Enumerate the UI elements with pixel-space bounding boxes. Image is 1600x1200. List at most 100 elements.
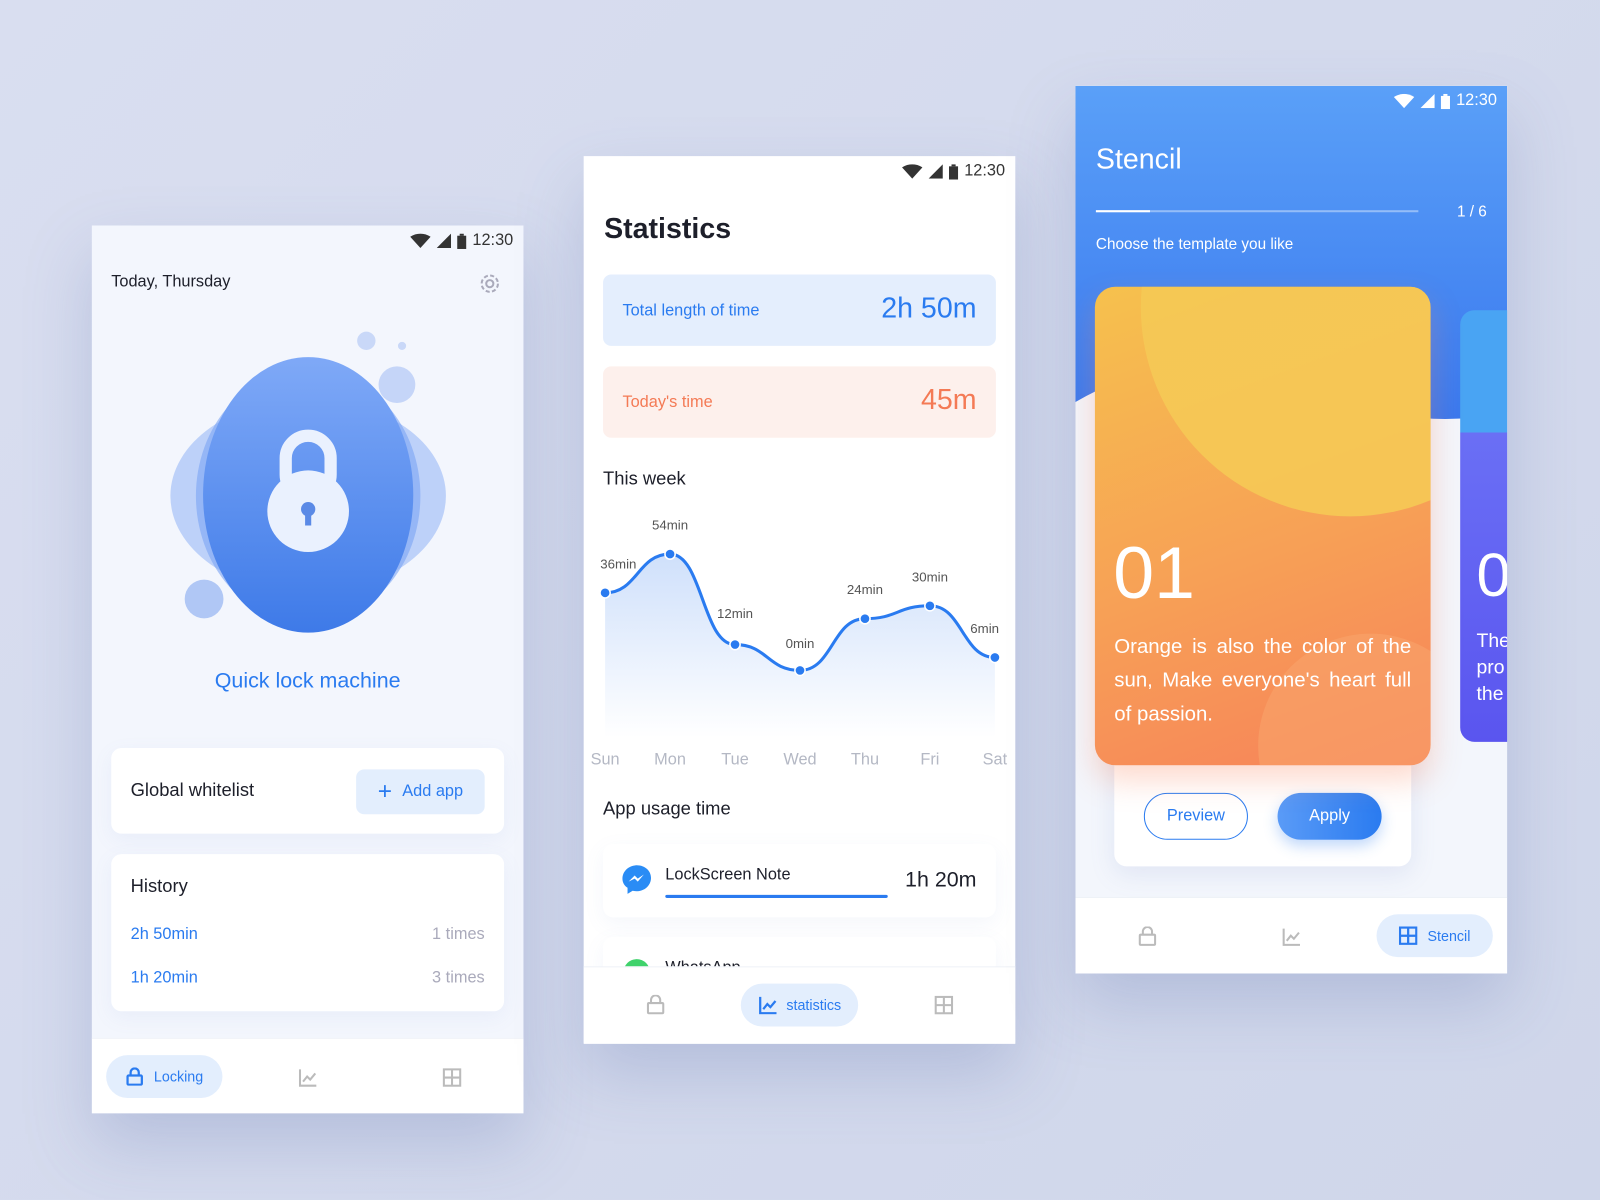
data-point [794, 664, 806, 677]
lock-icon[interactable] [646, 994, 666, 1015]
next-card-number: 0 [1477, 540, 1508, 610]
data-label: 36min [600, 556, 636, 571]
history-count: 1 times [432, 925, 485, 943]
signal-icon [928, 164, 943, 179]
data-label: 0min [786, 636, 815, 651]
today-time-card: Today's time 45m [603, 366, 996, 438]
usage-bar-fill [665, 894, 888, 898]
nav-tab-stencil[interactable]: Stencil [1376, 914, 1493, 958]
plus-icon: + [377, 777, 393, 806]
page-title: Statistics [604, 212, 732, 244]
status-time: 12:30 [964, 162, 1006, 180]
x-tick-label: Sat [983, 750, 1008, 768]
total-time-card: Total length of time 2h 50m [603, 274, 996, 346]
add-app-label: Add app [402, 782, 464, 800]
preview-button[interactable]: Preview [1143, 792, 1248, 840]
chart-icon[interactable] [298, 1067, 318, 1087]
chart-icon [758, 996, 777, 1015]
signal-icon [1420, 93, 1435, 109]
lock-icon[interactable] [1138, 926, 1158, 947]
add-app-button[interactable]: + Add app [356, 769, 485, 815]
x-tick-label: Wed [783, 750, 816, 768]
data-label: 54min [652, 518, 688, 533]
messenger-icon [622, 865, 652, 894]
x-tick-label: Fri [920, 750, 939, 768]
next-template-card[interactable]: 0 The pro the [1460, 310, 1508, 742]
history-card: History 2h 50min 1 times 1h 20min 3 time… [111, 854, 505, 1012]
nav-tab-locking[interactable]: Locking [106, 1055, 223, 1098]
nav-label: Locking [153, 1068, 204, 1085]
x-tick-label: Thu [851, 750, 879, 768]
data-point [924, 599, 936, 612]
data-label: 12min [717, 606, 753, 621]
battery-icon [948, 163, 959, 180]
page-title: Stencil [1095, 142, 1182, 175]
lock-illustration[interactable] [165, 328, 451, 644]
next-card-text: The pro the [1476, 630, 1508, 706]
template-progress [1095, 210, 1419, 213]
gear-icon[interactable] [478, 271, 502, 295]
history-duration: 1h 20min [130, 969, 198, 987]
bottom-nav: statistics [583, 966, 1016, 1043]
total-time-label: Total length of time [622, 302, 760, 320]
bottom-nav: Stencil [1075, 896, 1508, 974]
template-card[interactable]: 01 Orange is also the color of the sun, … [1094, 286, 1431, 766]
data-label: 30min [912, 569, 948, 584]
status-bar: 12:30 [901, 162, 1006, 180]
data-label: 6min [970, 621, 999, 636]
page-counter: 1 / 6 [1456, 203, 1487, 221]
data-point [859, 612, 871, 625]
nav-label: statistics [786, 996, 842, 1014]
data-point [989, 651, 1001, 664]
wifi-icon [1393, 93, 1415, 109]
data-point [729, 638, 741, 651]
chart-icon[interactable] [1282, 927, 1302, 947]
wifi-icon [410, 233, 431, 248]
weekly-line-chart: 36min Sun 54min Mon 12min Tue 0min Wed 24min Thu 3… [591, 518, 1008, 769]
usage-title: App usage time [603, 797, 731, 819]
history-count: 3 times [432, 969, 485, 987]
status-time: 12:30 [472, 231, 514, 249]
whitelist-card: Global whitelist + Add app [111, 747, 505, 834]
date-label: Today, Thursday [111, 273, 231, 291]
grid-icon[interactable] [934, 995, 954, 1015]
x-tick-label: Mon [654, 750, 686, 768]
grid-icon [1398, 926, 1418, 945]
data-point [664, 548, 676, 560]
quick-lock-title[interactable]: Quick lock machine [92, 669, 524, 693]
status-bar: 12:30 [1393, 91, 1497, 110]
apply-button[interactable]: Apply [1277, 792, 1382, 840]
usage-bar [665, 894, 888, 898]
card-number: 01 [1113, 532, 1195, 615]
status-time: 12:30 [1456, 91, 1497, 110]
x-tick-label: Tue [721, 750, 749, 768]
total-time-value: 2h 50m [881, 291, 977, 324]
battery-icon [457, 233, 467, 249]
grid-icon[interactable] [442, 1067, 462, 1087]
history-duration: 2h 50min [130, 925, 198, 943]
week-title: This week [603, 468, 686, 489]
lock-blob-graphic [170, 331, 446, 633]
status-bar: 12:30 [410, 232, 513, 250]
card-text: Orange is also the color of the sun, Mak… [1114, 635, 1412, 726]
stencil-screen: 12:30 Stencil 1 / 6 Choose the template … [1075, 85, 1508, 974]
nav-tab-statistics[interactable]: statistics [740, 983, 859, 1027]
x-tick-label: Sun [591, 750, 620, 768]
data-label: 24min [847, 582, 883, 597]
wifi-icon [901, 164, 923, 179]
bottom-nav: Locking [91, 1037, 524, 1114]
statistics-screen: 12:30 Statistics Total length of time 2h… [583, 156, 1016, 1044]
subtitle: Choose the template you like [1095, 235, 1294, 254]
app-usage-row[interactable]: LockScreen Note 1h 20m [603, 843, 996, 918]
app-name: LockScreen Note [665, 866, 791, 884]
history-title: History [130, 875, 188, 896]
locking-screen: 12:30 Today, Thursday Quick lock machine… [91, 225, 524, 1114]
app-time: 1h 20m [905, 868, 977, 892]
today-time-value: 45m [920, 383, 977, 416]
battery-icon [1440, 93, 1450, 109]
signal-icon [436, 233, 451, 248]
template-progress-fill [1095, 210, 1150, 213]
whitelist-label: Global whitelist [130, 779, 255, 800]
nav-label: Stencil [1427, 927, 1471, 944]
today-time-label: Today's time [622, 393, 713, 412]
